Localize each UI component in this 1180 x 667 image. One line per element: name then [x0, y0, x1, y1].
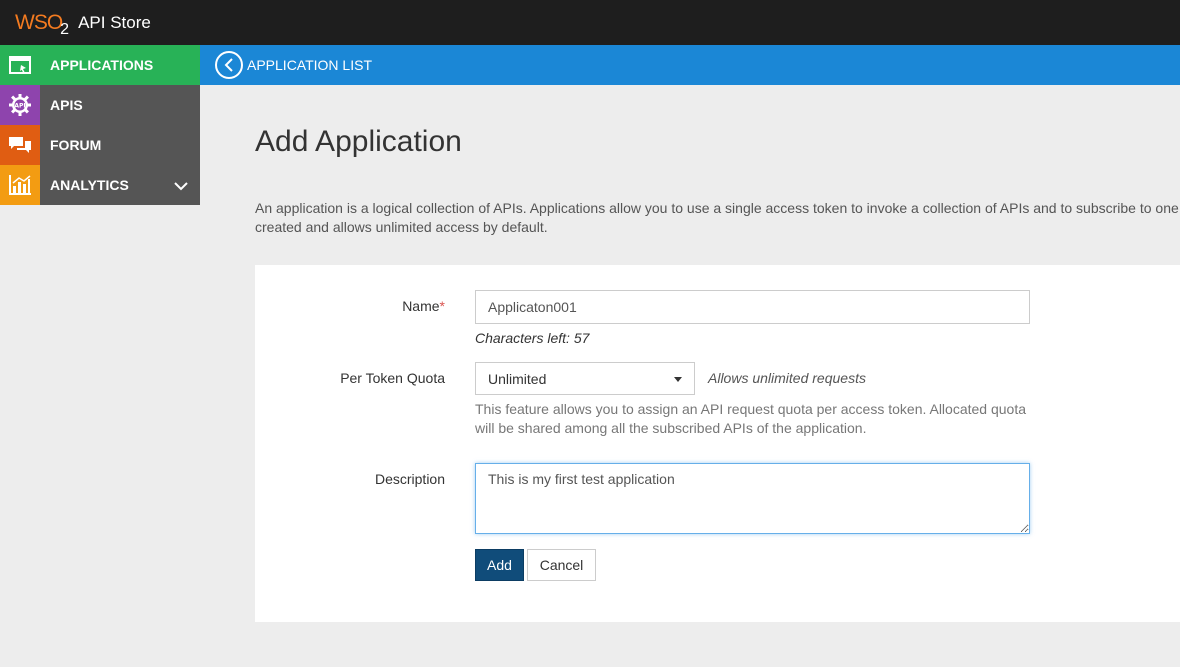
sidebar-item-analytics[interactable]: ANALYTICS [0, 165, 200, 205]
name-field[interactable] [475, 290, 1030, 324]
description-field[interactable]: This is my first test application [475, 463, 1030, 534]
quota-select[interactable]: Unlimited [475, 362, 695, 395]
top-bar: WSO 2 API Store [0, 0, 1180, 45]
back-arrow-icon[interactable] [215, 51, 243, 79]
intro-text: An application is a logical collection o… [255, 199, 1180, 237]
sidebar-item-label: APPLICATIONS [50, 57, 154, 73]
sidebar-item-apis[interactable]: API APIS [0, 85, 200, 125]
quota-note: Allows unlimited requests [708, 370, 866, 386]
cancel-button[interactable]: Cancel [527, 549, 596, 581]
chevron-down-icon[interactable] [174, 178, 188, 194]
app-title: API Store [78, 12, 151, 32]
name-label: Name* [402, 298, 445, 314]
breadcrumb: APPLICATION LIST [200, 45, 1180, 85]
quota-help-text: This feature allows you to assign an API… [475, 401, 1027, 436]
sidebar-item-forum[interactable]: FORUM [0, 125, 200, 165]
quota-selected-value: Unlimited [488, 370, 547, 387]
description-label: Description [374, 471, 445, 487]
sidebar-item-label: ANALYTICS [50, 177, 129, 193]
intro-line-1: An application is a logical collection o… [255, 200, 1180, 216]
window-icon [0, 45, 40, 85]
breadcrumb-application-list[interactable]: APPLICATION LIST [247, 57, 372, 73]
api-gear-icon: API [0, 85, 40, 125]
required-marker: * [439, 298, 445, 314]
sidebar-item-label: FORUM [50, 137, 102, 153]
caret-down-icon [674, 377, 682, 382]
svg-text:API: API [14, 102, 25, 109]
add-button[interactable]: Add [475, 549, 524, 581]
add-application-form: Name* Characters left: 57 Per Token Quot… [255, 265, 1180, 622]
logo-text: WSO [15, 10, 63, 34]
page-title: Add Application [255, 125, 462, 158]
sidebar-item-applications[interactable]: APPLICATIONS [0, 45, 200, 85]
quota-label: Per Token Quota [340, 370, 445, 386]
wso2-logo[interactable]: WSO 2 API Store [15, 10, 151, 38]
sidebar: APPLICATIONS API APIS FORUM ANALYTICS [0, 45, 200, 205]
logo-subscript: 2 [60, 20, 70, 38]
bar-chart-icon [0, 165, 40, 205]
chat-icon [0, 125, 40, 165]
intro-line-2: created and allows unlimited access by d… [255, 219, 548, 235]
chars-left-hint: Characters left: 57 [475, 330, 590, 346]
sidebar-item-label: APIS [50, 97, 83, 113]
